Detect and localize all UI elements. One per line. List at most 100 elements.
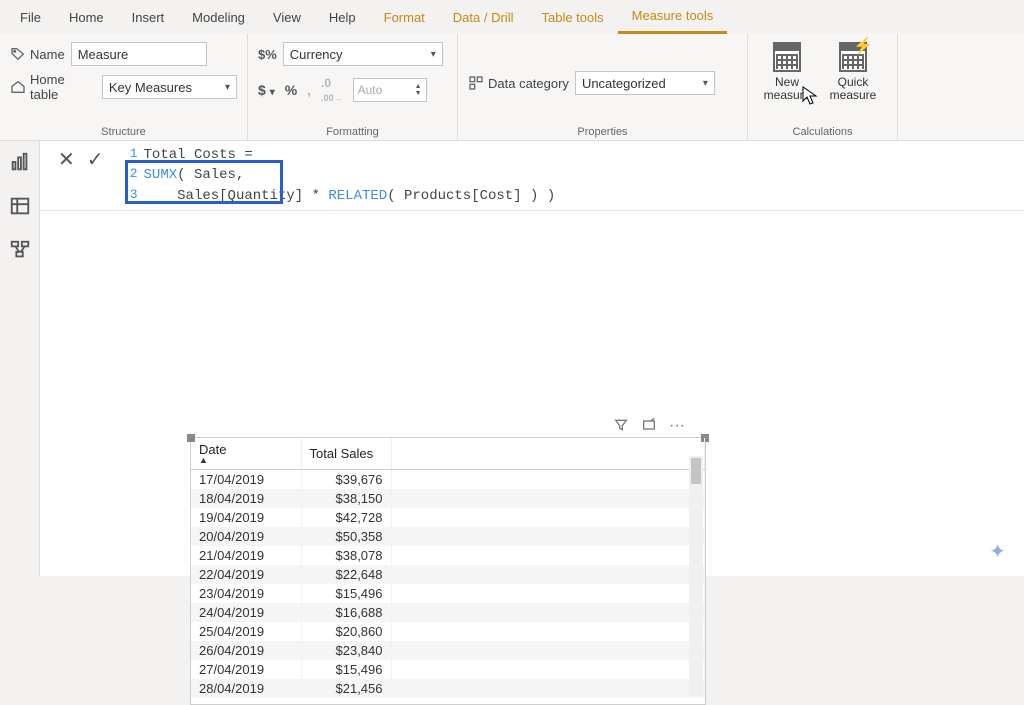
filter-icon[interactable] xyxy=(613,417,629,438)
tab-file[interactable]: File xyxy=(6,0,55,34)
cell-date: 17/04/2019 xyxy=(191,470,301,490)
tab-tabletools[interactable]: Table tools xyxy=(527,0,617,34)
view-rail xyxy=(0,141,40,576)
table-row[interactable]: 24/04/2019$16,688 xyxy=(191,603,705,622)
group-label-formatting: Formatting xyxy=(258,126,447,138)
tab-insert[interactable]: Insert xyxy=(118,0,179,34)
cell-sales: $39,676 xyxy=(301,470,391,490)
table-row[interactable]: 22/04/2019$22,648 xyxy=(191,565,705,584)
cell-empty xyxy=(391,565,705,584)
code-fn: RELATED xyxy=(328,186,387,206)
cell-sales: $16,688 xyxy=(301,603,391,622)
table-row[interactable]: 27/04/2019$15,496 xyxy=(191,660,705,679)
cell-sales: $42,728 xyxy=(301,508,391,527)
cell-sales: $38,150 xyxy=(301,489,391,508)
chevron-down-icon: ▾ xyxy=(431,49,436,60)
tab-help[interactable]: Help xyxy=(315,0,370,34)
comma-button[interactable]: , xyxy=(307,82,311,98)
tab-datadrill[interactable]: Data / Drill xyxy=(439,0,528,34)
table-row[interactable]: 23/04/2019$15,496 xyxy=(191,584,705,603)
cell-empty xyxy=(391,641,705,660)
report-view-icon[interactable] xyxy=(9,151,31,173)
cell-date: 25/04/2019 xyxy=(191,622,301,641)
new-measure-label: New measure xyxy=(758,76,816,102)
ribbon-group-structure: Name Measure Home table Key Measures ▾ S… xyxy=(0,34,248,140)
chevron-down-icon: ▾ xyxy=(703,78,708,89)
datacategory-dropdown[interactable]: Uncategorized ▾ xyxy=(575,71,715,95)
data-view-icon[interactable] xyxy=(9,195,31,217)
table-row[interactable]: 20/04/2019$50,358 xyxy=(191,527,705,546)
datacategory-value: Uncategorized xyxy=(582,76,666,91)
menubar: File Home Insert Modeling View Help Form… xyxy=(0,0,1024,34)
table-row[interactable]: 25/04/2019$20,860 xyxy=(191,622,705,641)
hometable-dropdown[interactable]: Key Measures ▾ xyxy=(102,75,237,99)
cell-empty xyxy=(391,584,705,603)
cell-sales: $15,496 xyxy=(301,584,391,603)
vertical-scrollbar[interactable] xyxy=(689,456,703,696)
tab-home[interactable]: Home xyxy=(55,0,118,34)
hometable-label: Home table xyxy=(30,72,96,102)
cell-sales: $23,840 xyxy=(301,641,391,660)
table-row[interactable]: 18/04/2019$38,150 xyxy=(191,489,705,508)
tab-format[interactable]: Format xyxy=(370,0,439,34)
cell-sales: $50,358 xyxy=(301,527,391,546)
calculator-icon xyxy=(773,42,801,72)
column-header-date[interactable]: Date▲ xyxy=(191,438,301,470)
decimals-spinner[interactable]: Auto ▲ ▼ xyxy=(353,78,427,102)
tab-view[interactable]: View xyxy=(259,0,315,34)
watermark-icon: ✦ xyxy=(989,539,1006,564)
group-label-calculations: Calculations xyxy=(758,126,887,138)
cancel-formula-icon[interactable]: ✕ xyxy=(58,147,75,172)
cell-empty xyxy=(391,622,705,641)
decimal-button[interactable]: .0.00→ xyxy=(321,76,343,104)
table-row[interactable]: 19/04/2019$42,728 xyxy=(191,508,705,527)
table-row[interactable]: 28/04/2019$21,456 xyxy=(191,679,705,698)
name-value: Measure xyxy=(78,47,129,62)
code-text: * xyxy=(312,186,329,206)
cell-sales: $21,456 xyxy=(301,679,391,698)
format-dropdown[interactable]: Currency ▾ xyxy=(283,42,443,66)
cell-empty xyxy=(391,679,705,698)
scrollbar-thumb[interactable] xyxy=(691,458,701,484)
cell-date: 19/04/2019 xyxy=(191,508,301,527)
currency-button[interactable]: $ ▾ xyxy=(258,82,275,98)
chevron-down-icon: ▾ xyxy=(225,82,230,93)
tab-measuretools[interactable]: Measure tools xyxy=(618,0,728,34)
home-icon xyxy=(10,79,26,95)
cell-date: 26/04/2019 xyxy=(191,641,301,660)
cell-date: 27/04/2019 xyxy=(191,660,301,679)
cell-empty xyxy=(391,546,705,565)
visual-header: ··· xyxy=(613,417,685,438)
tab-modeling[interactable]: Modeling xyxy=(178,0,259,34)
name-label: Name xyxy=(30,47,65,62)
cell-date: 24/04/2019 xyxy=(191,603,301,622)
format-value: Currency xyxy=(290,47,343,62)
model-view-icon[interactable] xyxy=(9,239,31,261)
report-canvas: ✕ ✓ 1Total Costs = 2SUMX( Sales, 3 Sales… xyxy=(40,141,1024,576)
cell-empty xyxy=(391,660,705,679)
ribbon-group-formatting: $% Currency ▾ $ ▾ % , .0.00→ Auto ▲ ▼ xyxy=(248,34,458,140)
chevron-down-icon: ▼ xyxy=(415,90,422,97)
cell-date: 18/04/2019 xyxy=(191,489,301,508)
quick-measure-button[interactable]: ⚡ Quick measure xyxy=(824,42,882,102)
table-row[interactable]: 26/04/2019$23,840 xyxy=(191,641,705,660)
table-row[interactable]: 21/04/2019$38,078 xyxy=(191,546,705,565)
commit-formula-icon[interactable]: ✓ xyxy=(87,147,104,172)
cell-sales: $15,496 xyxy=(301,660,391,679)
table-visual[interactable]: Date▲ Total Sales 17/04/2019$39,67618/04… xyxy=(190,437,706,705)
cell-date: 20/04/2019 xyxy=(191,527,301,546)
chevron-up-icon: ▲ xyxy=(415,83,422,90)
more-options-icon[interactable]: ··· xyxy=(669,417,685,438)
category-icon xyxy=(468,75,484,91)
code-text: ( Products[Cost] ) ) xyxy=(387,186,555,206)
table-row[interactable]: 17/04/2019$39,676 xyxy=(191,470,705,490)
body-area: ✕ ✓ 1Total Costs = 2SUMX( Sales, 3 Sales… xyxy=(0,141,1024,576)
column-header-sales[interactable]: Total Sales xyxy=(301,438,391,470)
name-input[interactable]: Measure xyxy=(71,42,207,66)
percent-button[interactable]: % xyxy=(285,82,297,98)
data-table: Date▲ Total Sales 17/04/2019$39,67618/04… xyxy=(191,438,705,698)
focus-mode-icon[interactable] xyxy=(641,417,657,438)
new-measure-button[interactable]: New measure xyxy=(758,42,816,102)
ribbon: Name Measure Home table Key Measures ▾ S… xyxy=(0,34,1024,141)
cell-date: 22/04/2019 xyxy=(191,565,301,584)
